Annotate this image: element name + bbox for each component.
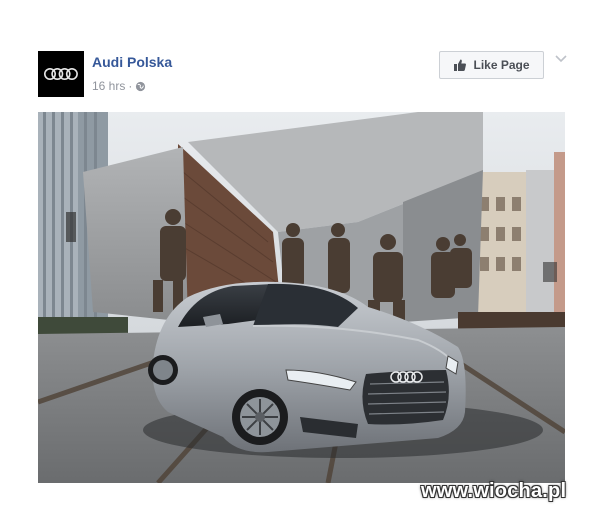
chevron-down-icon[interactable] [553, 52, 569, 66]
facebook-post: Audi Polska 16 hrs · Like Page www.wioch… [0, 0, 604, 519]
page-name-link[interactable]: Audi Polska [92, 54, 172, 70]
like-page-button[interactable]: Like Page [439, 51, 544, 79]
globe-icon[interactable] [135, 81, 146, 92]
meta-separator: · [128, 79, 133, 93]
post-meta: 16 hrs · [92, 79, 146, 93]
thumbs-up-icon [454, 59, 467, 71]
page-avatar[interactable] [38, 51, 84, 97]
post-photo[interactable] [38, 112, 565, 483]
post-timestamp[interactable]: 16 hrs [92, 79, 125, 93]
like-page-label: Like Page [473, 58, 530, 72]
car-photo-image [38, 112, 565, 483]
audi-rings-logo [44, 68, 78, 80]
site-watermark: www.wiocha.pl [421, 480, 567, 502]
